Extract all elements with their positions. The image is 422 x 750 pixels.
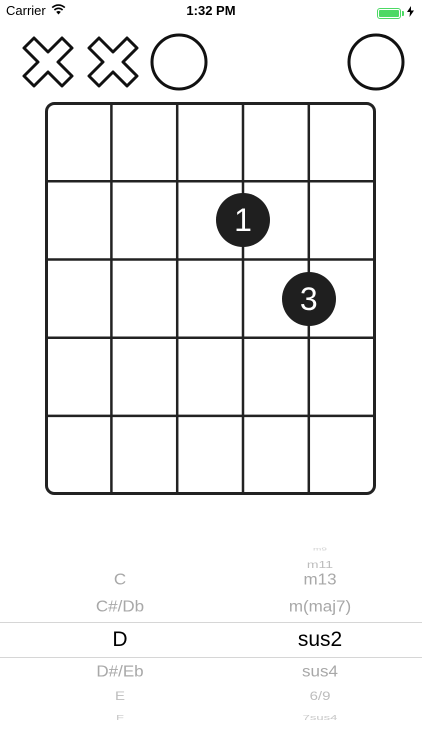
picker-item[interactable]: m9 <box>230 547 410 552</box>
charging-bolt-icon <box>407 4 414 22</box>
finger-dot[interactable]: 1 <box>216 193 270 248</box>
chord-picker[interactable]: C C#/Db D D#/Eb E F m9 m11 m13 m(maj7) s… <box>0 540 422 735</box>
finger-dot[interactable]: 3 <box>281 271 336 326</box>
picker-item[interactable]: 7sus4 <box>230 713 410 721</box>
muted-string-x-icon[interactable] <box>18 32 78 92</box>
picker-item[interactable]: m11 <box>230 558 410 570</box>
picker-item-selected[interactable]: D <box>40 628 200 652</box>
picker-item[interactable]: m(maj7) <box>230 598 410 616</box>
open-string-circle-icon[interactable] <box>149 32 209 92</box>
picker-item[interactable]: C#/Db <box>40 598 200 616</box>
status-time: 1:32 PM <box>186 3 236 18</box>
picker-item[interactable]: m13 <box>230 571 410 589</box>
picker-item[interactable]: 6/9 <box>230 690 410 704</box>
open-string-circle-icon[interactable] <box>346 32 406 92</box>
battery-icon <box>377 7 401 19</box>
fretboard: 13 <box>45 102 376 495</box>
picker-item[interactable]: C <box>40 571 200 589</box>
picker-item[interactable]: D#/Eb <box>40 663 200 681</box>
picker-item[interactable]: F <box>40 713 200 721</box>
picker-selection-bottom-line <box>0 657 422 658</box>
status-bar: Carrier 1:32 PM <box>0 0 422 22</box>
picker-item[interactable]: E <box>40 690 200 704</box>
picker-selection-top-line <box>0 622 422 623</box>
picker-item[interactable]: sus4 <box>230 663 410 681</box>
muted-string-x-icon[interactable] <box>83 32 143 92</box>
picker-item-selected[interactable]: sus2 <box>230 628 410 652</box>
